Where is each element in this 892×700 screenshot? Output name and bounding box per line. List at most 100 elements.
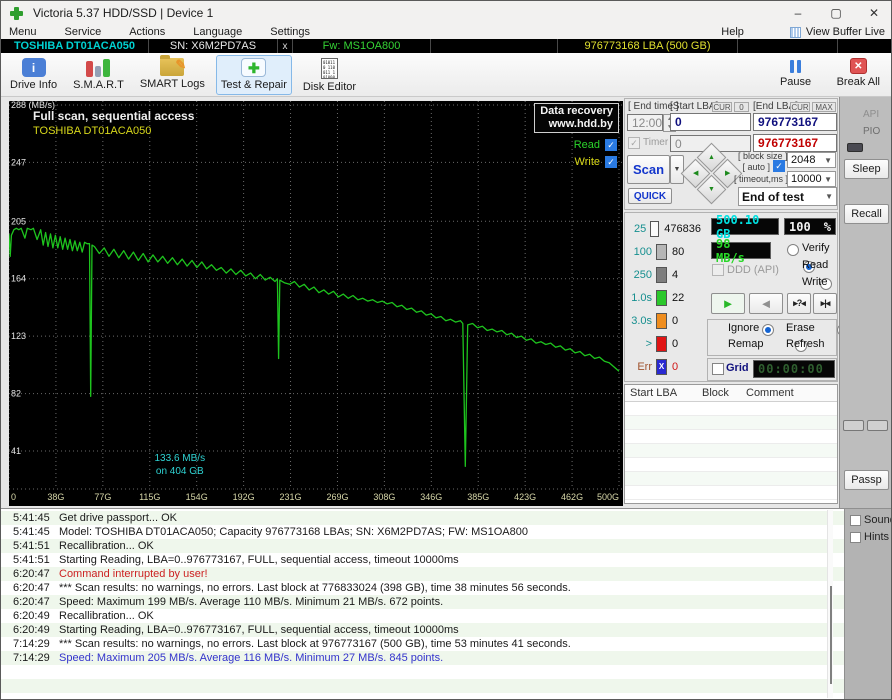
menu-item[interactable]: Service <box>65 26 102 38</box>
scan-graph: 038G77G115G154G192G231G269G308G346G385G4… <box>9 101 623 506</box>
svg-text:385G: 385G <box>467 492 489 502</box>
drive-tab-close-button[interactable]: x <box>278 39 293 53</box>
table-row <box>625 416 837 430</box>
api-label: API <box>863 109 879 120</box>
end-time-input[interactable]: 12:00 <box>627 114 663 131</box>
ddd-checkbox[interactable] <box>712 264 724 276</box>
log-row <box>1 693 844 700</box>
skip-end-icon: ▸|◂ <box>821 298 830 309</box>
test-repair-button[interactable]: ✚ Test & Repair <box>216 55 292 95</box>
menu-item[interactable]: Settings <box>270 26 310 38</box>
break-all-button[interactable]: ✕ Break All <box>832 55 885 95</box>
mini-button-1[interactable] <box>843 420 864 431</box>
log-message: Command interrupted by user! <box>45 567 208 581</box>
log-row: 5:41:51 Starting Reading, LBA=0..9767731… <box>1 553 844 567</box>
log-message: Recallibration... OK <box>45 539 154 553</box>
chevron-down-icon: ▼ <box>824 156 832 165</box>
svg-text:0: 0 <box>11 492 16 502</box>
end-lba-input[interactable]: 976773167 <box>753 113 837 131</box>
minimize-button[interactable]: – <box>779 1 817 25</box>
start-lba-input[interactable]: 0 <box>670 113 751 131</box>
timer-checkbox[interactable] <box>628 137 640 149</box>
block-size-select[interactable]: 2048▼ <box>787 152 836 168</box>
table-row <box>625 486 837 500</box>
read-label: Read <box>802 259 828 271</box>
legend-checkbox[interactable] <box>605 139 617 151</box>
end-of-test-select[interactable]: End of test▼ <box>738 187 837 206</box>
sound-label: Sound <box>864 514 892 526</box>
smart-logs-button[interactable]: SMART Logs <box>135 55 210 95</box>
mini-button-2[interactable] <box>867 420 888 431</box>
svg-text:346G: 346G <box>420 492 442 502</box>
log-time: 5:41:45 <box>1 525 45 539</box>
hints-checkbox[interactable] <box>850 532 861 543</box>
start-lba-zero-button[interactable]: 0 <box>734 102 749 112</box>
log-row: 6:20:47 Speed: Maximum 199 MB/s. Average… <box>1 595 844 609</box>
log-time: 5:41:51 <box>1 553 45 567</box>
defect-table[interactable]: Start LBA Block Comment <box>624 384 838 504</box>
menu-item[interactable]: Menu <box>9 26 37 38</box>
skip-defect-button[interactable]: ▸?◂ <box>787 293 811 314</box>
log-message: Model: TOSHIBA DT01ACA050; Capacity 9767… <box>45 525 528 539</box>
svg-text:269G: 269G <box>326 492 348 502</box>
legend-checkbox[interactable] <box>605 156 617 168</box>
drive-info-button[interactable]: i Drive Info <box>5 55 62 95</box>
start-lba-cur-button[interactable]: CUR <box>712 102 732 112</box>
log-row <box>1 665 844 679</box>
svg-text:247: 247 <box>11 157 26 167</box>
counter-row: 100 80 <box>626 240 701 263</box>
buffer-grid-icon <box>790 27 801 38</box>
log-panel[interactable]: 5:41:45 Get drive passport... OK 5:41:45… <box>1 508 844 700</box>
menu-item[interactable]: Actions <box>129 26 165 38</box>
start-button[interactable]: ► <box>711 293 745 314</box>
close-button[interactable]: ✕ <box>855 1 892 25</box>
drive-serial: SN: X6M2PD7AS <box>149 39 278 53</box>
quick-button[interactable]: QUICK <box>628 188 672 204</box>
end-lba-cur-button[interactable]: CUR <box>790 102 810 112</box>
menu-item-help[interactable]: Help <box>721 26 744 38</box>
counter-block: X <box>656 359 667 375</box>
menu-item-view-buffer-live[interactable]: View Buffer Live <box>806 26 885 38</box>
app-icon <box>10 7 23 20</box>
speed-chart: 038G77G115G154G192G231G269G308G346G385G4… <box>9 101 623 506</box>
counter-label: 25 <box>626 223 646 235</box>
reverse-icon: ◄ <box>760 296 773 311</box>
skip-end-button[interactable]: ▸|◂ <box>813 293 837 314</box>
verify-label: Verify <box>802 242 830 254</box>
graph-legend: Read Write <box>574 136 617 170</box>
log-scrollbar-thumb[interactable] <box>830 586 832 684</box>
counter-block <box>656 290 667 306</box>
svg-text:154G: 154G <box>186 492 208 502</box>
passp-button[interactable]: Passp <box>844 470 889 490</box>
smart-button[interactable]: S.M.A.R.T <box>68 55 129 95</box>
scan-button[interactable]: Scan <box>627 155 670 184</box>
legend-label: Write <box>575 156 600 168</box>
counter-label: 100 <box>626 246 652 258</box>
grid-checkbox[interactable] <box>712 363 724 375</box>
counter-row: > 0 <box>626 332 701 355</box>
scan-dropdown-button[interactable]: ▼ <box>670 155 684 184</box>
watermark: Data recovery www.hdd.by <box>534 103 619 133</box>
table-row <box>625 430 837 444</box>
recall-button[interactable]: Recall <box>844 204 889 224</box>
menu-item[interactable]: Language <box>193 26 242 38</box>
end-lba-max-button[interactable]: MAX <box>812 102 836 112</box>
hints-label: Hints <box>864 531 889 543</box>
maximize-button[interactable]: ▢ <box>817 1 855 25</box>
victoria-window: Victoria 5.37 HDD/SSD | Device 1 – ▢ ✕ M… <box>0 0 892 700</box>
reverse-button[interactable]: ◄ <box>749 293 783 314</box>
break-x-icon: ✕ <box>850 58 867 74</box>
counter-label: Err <box>626 361 652 373</box>
skip-question-icon: ▸?◂ <box>793 298 805 309</box>
verify-radio[interactable] <box>787 244 799 256</box>
drive-bar: TOSHIBA DT01ACA050 SN: X6M2PD7AS x Fw: M… <box>1 39 892 53</box>
disk-editor-button[interactable]: 010110 110011 101000 Disk Editor <box>298 55 361 95</box>
sleep-button[interactable]: Sleep <box>844 159 889 179</box>
counter-row: 3.0s 0 <box>626 309 701 332</box>
timeout-select[interactable]: 10000▼ <box>787 171 836 187</box>
auto-checkbox[interactable] <box>773 160 785 172</box>
pause-button[interactable]: Pause <box>774 55 818 95</box>
sound-checkbox[interactable] <box>850 515 861 526</box>
svg-text:164: 164 <box>11 274 26 284</box>
drive-capacity: 976773168 LBA (500 GB) <box>558 39 738 53</box>
